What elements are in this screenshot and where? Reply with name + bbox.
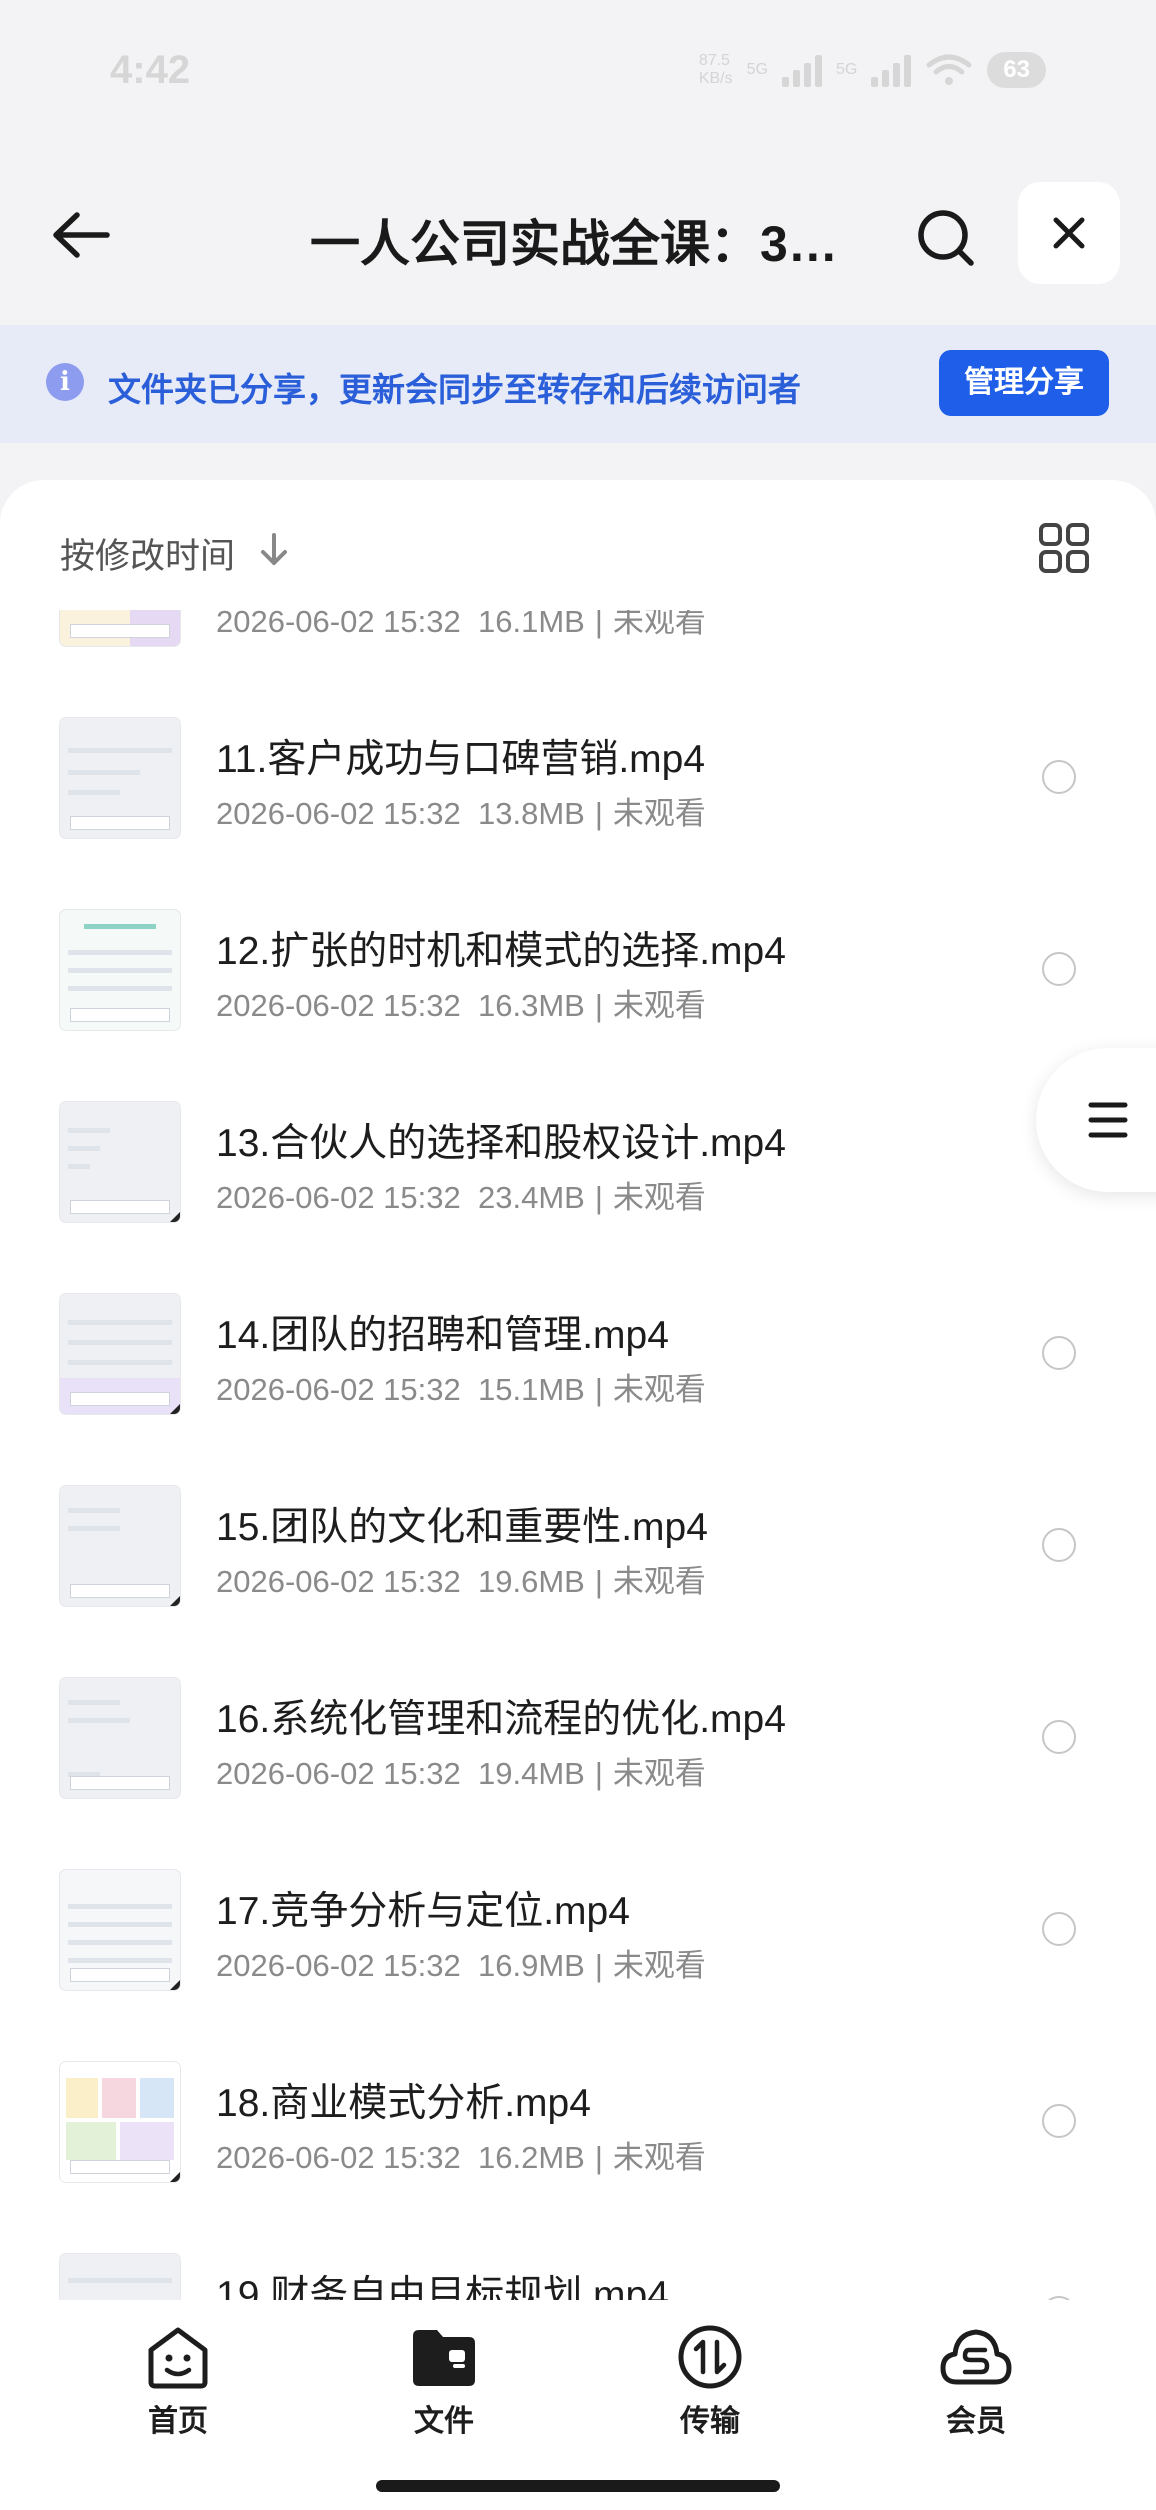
file-meta: 2026-06-02 15:32 16.9MB | 未观看 bbox=[216, 1948, 706, 1983]
sort-button[interactable]: 按修改时间 bbox=[60, 528, 235, 579]
select-radio[interactable] bbox=[1042, 1528, 1076, 1562]
list-item[interactable]: 12.扩张的时机和模式的选择.mp4 2026-06-02 15:32 16.3… bbox=[0, 910, 1156, 1102]
file-name: 17.竞争分析与定位.mp4 bbox=[216, 1890, 630, 1933]
video-thumbnail bbox=[60, 1102, 180, 1222]
share-banner: i 文件夹已分享，更新会同步至转存和后续访问者 管理分享 bbox=[0, 325, 1156, 443]
network-type-1: 5G bbox=[746, 61, 768, 78]
file-meta: 2026-06-02 15:32 13.8MB | 未观看 bbox=[216, 796, 706, 831]
wifi-icon bbox=[926, 54, 972, 85]
list-item[interactable]: 11.客户成功与口碑营销.mp4 2026-06-02 15:32 13.8MB… bbox=[0, 718, 1156, 910]
video-thumbnail bbox=[60, 1678, 180, 1798]
video-thumbnail bbox=[60, 2062, 180, 2182]
file-meta: 2026-06-02 15:32 19.4MB | 未观看 bbox=[216, 1756, 706, 1791]
select-radio[interactable] bbox=[1042, 760, 1076, 794]
file-name: 11.客户成功与口碑营销.mp4 bbox=[216, 738, 706, 781]
file-meta: 2026-06-02 15:32 16.3MB | 未观看 bbox=[216, 988, 706, 1023]
select-radio[interactable] bbox=[1042, 952, 1076, 986]
manage-share-button[interactable]: 管理分享 bbox=[939, 350, 1109, 416]
list-item[interactable]: 18.商业模式分析.mp4 2026-06-02 15:32 16.2MB | 未观… bbox=[0, 2062, 1156, 2254]
tab-member[interactable]: 会员 bbox=[896, 2324, 1056, 2454]
signal-icon bbox=[781, 53, 822, 87]
file-name: 13.合伙人的选择和股权设计.mp4 bbox=[216, 1122, 786, 1165]
video-thumbnail bbox=[60, 1294, 180, 1414]
close-button[interactable] bbox=[1018, 182, 1120, 284]
transfer-icon bbox=[678, 2325, 742, 2389]
home-indicator[interactable] bbox=[376, 2480, 780, 2492]
status-bar: 4:42 87.5 KB/s 5G 5G 63 bbox=[0, 0, 1156, 150]
file-meta: 2026-06-02 15:32 15.1MB | 未观看 bbox=[216, 1372, 706, 1407]
folder-icon bbox=[413, 2330, 475, 2386]
search-button[interactable] bbox=[910, 202, 982, 274]
select-radio[interactable] bbox=[1042, 1336, 1076, 1370]
tab-home[interactable]: 首页 bbox=[98, 2324, 258, 2454]
file-meta: 2026-06-02 15:32 19.6MB | 未观看 bbox=[216, 1564, 706, 1599]
tab-transfer[interactable]: 传输 bbox=[630, 2324, 790, 2454]
close-icon bbox=[1053, 217, 1085, 249]
menu-lines-icon bbox=[1088, 1102, 1128, 1138]
back-button[interactable] bbox=[40, 202, 120, 268]
tab-files[interactable]: 文件 bbox=[364, 2324, 524, 2454]
video-thumbnail bbox=[60, 910, 180, 1030]
list-item[interactable]: 15.团队的文化和重要性.mp4 2026-06-02 15:32 19.6MB… bbox=[0, 1486, 1156, 1678]
page-title: 一人公司实战全课：36… bbox=[310, 216, 850, 272]
signal-icon bbox=[871, 53, 912, 87]
home-face-icon bbox=[148, 2327, 208, 2389]
list-item[interactable]: 13.合伙人的选择和股权设计.mp4 2026-06-02 15:32 23.4… bbox=[0, 1102, 1156, 1294]
file-name: 18.商业模式分析.mp4 bbox=[216, 2082, 591, 2125]
select-radio[interactable] bbox=[1042, 1720, 1076, 1754]
select-radio[interactable] bbox=[1042, 2104, 1076, 2138]
arrow-down-icon[interactable] bbox=[258, 532, 290, 568]
tab-label: 首页 bbox=[148, 2405, 208, 2438]
tab-label: 会员 bbox=[946, 2405, 1006, 2438]
video-thumbnail bbox=[60, 1870, 180, 1990]
file-name: 14.团队的招聘和管理.mp4 bbox=[216, 1314, 669, 1357]
list-item[interactable]: 17.竞争分析与定位.mp4 2026-06-02 15:32 16.9MB | 未… bbox=[0, 1870, 1156, 2062]
list-item[interactable]: 14.团队的招聘和管理.mp4 2026-06-02 15:32 15.1MB |… bbox=[0, 1294, 1156, 1486]
tab-label: 文件 bbox=[414, 2405, 474, 2438]
file-meta: 2026-06-02 15:32 23.4MB | 未观看 bbox=[216, 1180, 706, 1215]
file-name: 19.财务自由目标规划.mp4 bbox=[216, 2274, 669, 2300]
file-list-panel: 2026-06-02 15:32 16.1MB | 未观看 11.客户成功与口碑营销… bbox=[0, 480, 1156, 2300]
sort-bar: 按修改时间 bbox=[0, 480, 1156, 610]
file-name: 12.扩张的时机和模式的选择.mp4 bbox=[216, 930, 786, 973]
select-radio[interactable] bbox=[1042, 1912, 1076, 1946]
network-speed: 87.5 KB/s bbox=[698, 52, 733, 87]
member-cloud-icon bbox=[940, 2329, 1012, 2385]
top-bar: 一人公司实战全课：36… bbox=[0, 180, 1156, 290]
status-indicators: 87.5 KB/s 5G 5G 63 bbox=[699, 52, 1046, 88]
status-time: 4:42 bbox=[110, 48, 191, 92]
battery-indicator: 63 bbox=[987, 52, 1046, 88]
video-thumbnail bbox=[60, 1486, 180, 1606]
back-arrow-icon bbox=[53, 212, 110, 258]
info-icon: i bbox=[46, 363, 84, 401]
file-list[interactable]: 2026-06-02 15:32 16.1MB | 未观看 11.客户成功与口碑营销… bbox=[0, 480, 1156, 2300]
tab-label: 传输 bbox=[680, 2405, 740, 2438]
file-name: 15.团队的文化和重要性.mp4 bbox=[216, 1506, 708, 1549]
grid-view-icon[interactable] bbox=[1038, 522, 1090, 574]
list-item[interactable]: 19.财务自由目标规划.mp4 bbox=[0, 2254, 1156, 2300]
search-icon bbox=[918, 210, 974, 266]
bottom-tab-bar: 首页 文件 传输 会员 bbox=[0, 2300, 1156, 2510]
file-name: 16.系统化管理和流程的优化.mp4 bbox=[216, 1698, 786, 1741]
network-type-2: 5G bbox=[835, 61, 858, 78]
share-banner-text: 文件夹已分享，更新会同步至转存和后续访问者 bbox=[108, 371, 801, 408]
video-thumbnail bbox=[60, 718, 180, 838]
video-thumbnail bbox=[60, 2254, 180, 2300]
file-meta: 2026-06-02 15:32 16.2MB | 未观看 bbox=[216, 2140, 706, 2175]
list-item[interactable]: 16.系统化管理和流程的优化.mp4 2026-06-02 15:32 19.4… bbox=[0, 1678, 1156, 1870]
